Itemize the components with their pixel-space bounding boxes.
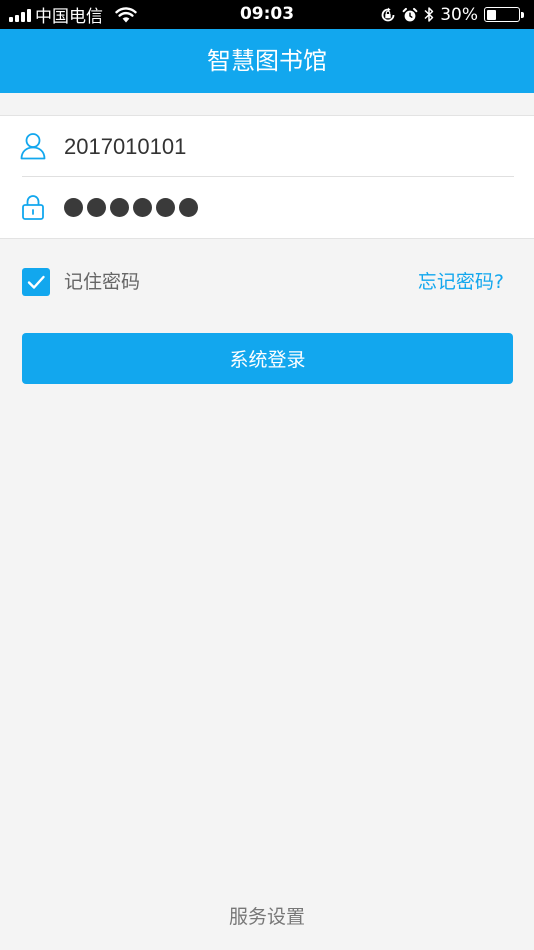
username-input[interactable] <box>64 116 504 177</box>
login-form <box>0 115 534 239</box>
username-row <box>0 116 534 177</box>
password-mask-dot <box>133 198 152 217</box>
checkmark-icon <box>27 275 45 289</box>
status-bar-right: 30% <box>380 0 524 29</box>
password-mask-dot <box>156 198 175 217</box>
password-mask-dot <box>110 198 129 217</box>
battery-icon <box>484 7 524 22</box>
password-input[interactable] <box>64 177 198 238</box>
service-settings-link[interactable]: 服务设置 <box>0 900 534 934</box>
forgot-password-link[interactable]: 忘记密码? <box>418 262 504 302</box>
alarm-icon <box>402 7 418 21</box>
login-button[interactable]: 系统登录 <box>22 333 513 384</box>
battery-fill <box>486 9 496 20</box>
user-icon <box>20 133 46 160</box>
battery-percent: 30% <box>440 4 478 25</box>
remember-checkbox[interactable] <box>22 268 50 296</box>
orientation-lock-icon <box>381 7 395 21</box>
page-title: 智慧图书馆 <box>0 29 534 93</box>
password-mask-dot <box>179 198 198 217</box>
password-mask-dot <box>87 198 106 217</box>
status-bar: 中国电信 09:03 30% <box>0 0 534 29</box>
remember-row: 记住密码 忘记密码? <box>0 262 534 302</box>
password-mask-dot <box>64 198 83 217</box>
password-row <box>0 177 534 238</box>
bluetooth-icon <box>424 7 434 22</box>
lock-icon <box>22 195 44 220</box>
remember-label[interactable]: 记住密码 <box>64 262 140 302</box>
